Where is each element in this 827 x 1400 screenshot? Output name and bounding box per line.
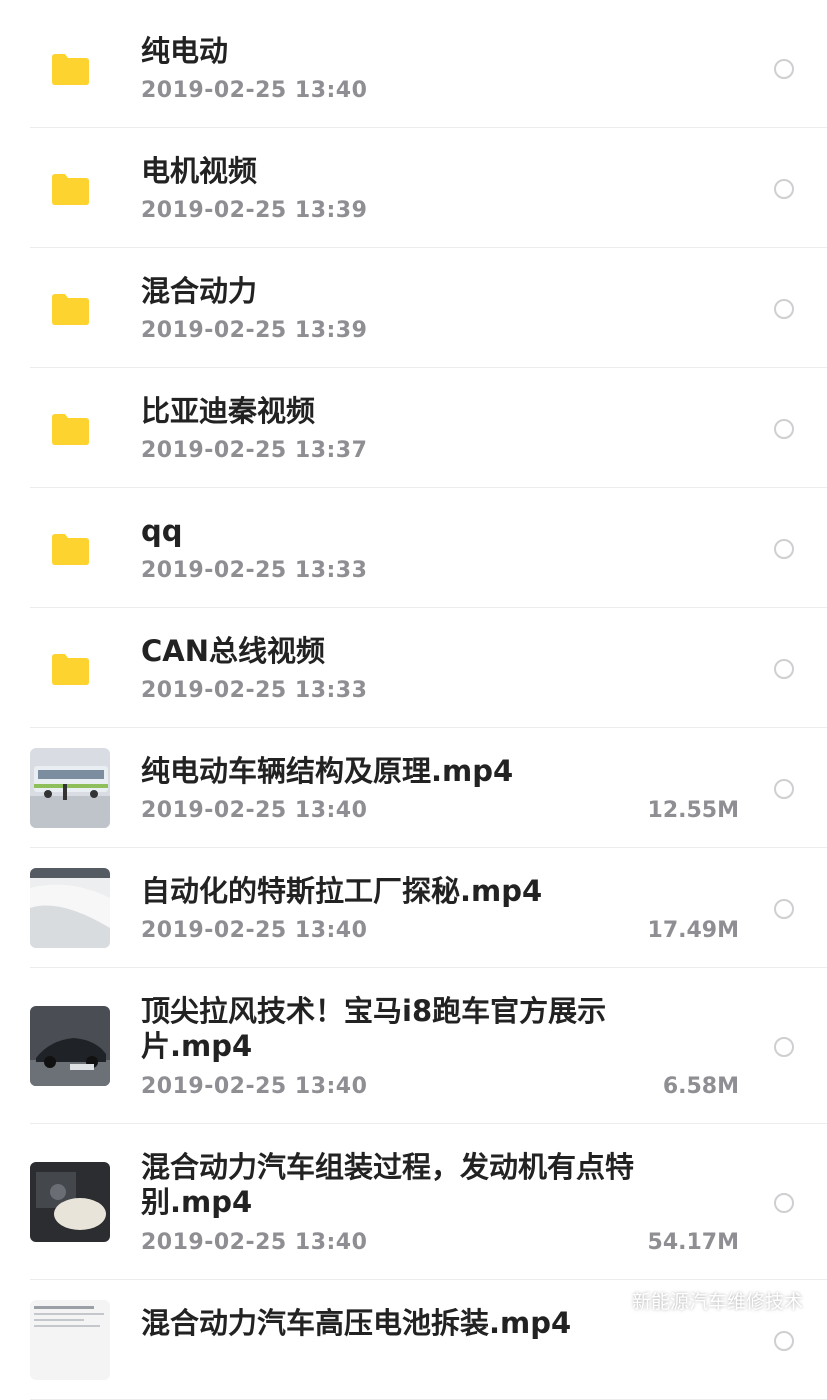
folder-name: 纯电动 (141, 34, 229, 68)
folder-icon (52, 653, 89, 685)
video-thumbnail (30, 868, 110, 948)
video-thumbnail (30, 1006, 110, 1086)
modified-date: 2019-02-25 13:33 (141, 678, 368, 703)
video-name: 自动化的特斯拉工厂探秘.mp4 (141, 874, 543, 908)
folder-name: 混合动力 (141, 274, 258, 308)
folder-row[interactable]: CAN总线视频 2019-02-25 13:33 (0, 608, 827, 728)
folder-name: CAN总线视频 (141, 634, 325, 668)
watermark: 新能源汽车维修技术 (596, 1287, 803, 1314)
video-name: 混合动力汽车高压电池拆装.mp4 (141, 1306, 572, 1340)
modified-date: 2019-02-25 13:39 (141, 198, 368, 223)
select-radio[interactable] (774, 419, 794, 439)
modified-date: 2019-02-25 13:33 (141, 558, 368, 583)
modified-date: 2019-02-25 13:37 (141, 438, 368, 463)
file-size: 12.55M (647, 798, 739, 823)
folder-icon (52, 173, 89, 205)
folder-icon (52, 293, 89, 325)
modified-date: 2019-02-25 13:40 (141, 798, 368, 823)
modified-date: 2019-02-25 13:40 (141, 1074, 368, 1099)
folder-row[interactable]: qq 2019-02-25 13:33 (0, 488, 827, 608)
video-name: 顶尖拉风技术！宝马i8跑车官方展示片.mp4 (141, 994, 607, 1063)
select-radio[interactable] (774, 299, 794, 319)
watermark-text: 新能源汽车维修技术 (631, 1291, 803, 1313)
modified-date: 2019-02-25 13:39 (141, 318, 368, 343)
video-name: 混合动力汽车组装过程，发动机有点特别.mp4 (141, 1150, 635, 1219)
video-row[interactable]: 纯电动车辆结构及原理.mp4 2019-02-25 13:40 12.55M (0, 728, 827, 848)
folder-name: 电机视频 (141, 154, 258, 188)
video-row[interactable]: 自动化的特斯拉工厂探秘.mp4 2019-02-25 13:40 17.49M (0, 848, 827, 968)
video-thumbnail (30, 1162, 110, 1242)
folder-icon (52, 533, 89, 565)
modified-date: 2019-02-25 13:40 (141, 78, 368, 103)
select-radio[interactable] (774, 59, 794, 79)
select-radio[interactable] (774, 179, 794, 199)
folder-row[interactable]: 比亚迪秦视频 2019-02-25 13:37 (0, 368, 827, 488)
folder-icon (52, 413, 89, 445)
file-size: 6.58M (662, 1074, 739, 1099)
folder-row[interactable]: 电机视频 2019-02-25 13:39 (0, 128, 827, 248)
file-size: 54.17M (647, 1230, 739, 1255)
wechat-icon (596, 1290, 625, 1310)
select-radio[interactable] (774, 899, 794, 919)
video-row[interactable]: 混合动力汽车组装过程，发动机有点特别.mp4 2019-02-25 13:40 54… (0, 1124, 827, 1280)
select-radio[interactable] (774, 779, 794, 799)
folder-icon (52, 53, 89, 85)
select-radio[interactable] (774, 659, 794, 679)
folder-name: qq (141, 514, 183, 548)
folder-row[interactable]: 混合动力 2019-02-25 13:39 (0, 248, 827, 368)
select-radio[interactable] (774, 539, 794, 559)
modified-date: 2019-02-25 13:40 (141, 918, 368, 943)
video-thumbnail (30, 748, 110, 828)
video-row[interactable]: 顶尖拉风技术！宝马i8跑车官方展示片.mp4 2019-02-25 13:40 6.… (0, 968, 827, 1124)
video-thumbnail (30, 1300, 110, 1380)
select-radio[interactable] (774, 1331, 794, 1351)
select-radio[interactable] (774, 1193, 794, 1213)
video-name: 纯电动车辆结构及原理.mp4 (141, 754, 514, 788)
folder-name: 比亚迪秦视频 (141, 394, 316, 428)
file-size: 17.49M (647, 918, 739, 943)
modified-date: 2019-02-25 13:40 (141, 1230, 368, 1255)
select-radio[interactable] (774, 1037, 794, 1057)
folder-row[interactable]: 纯电动 2019-02-25 13:40 (0, 8, 827, 128)
